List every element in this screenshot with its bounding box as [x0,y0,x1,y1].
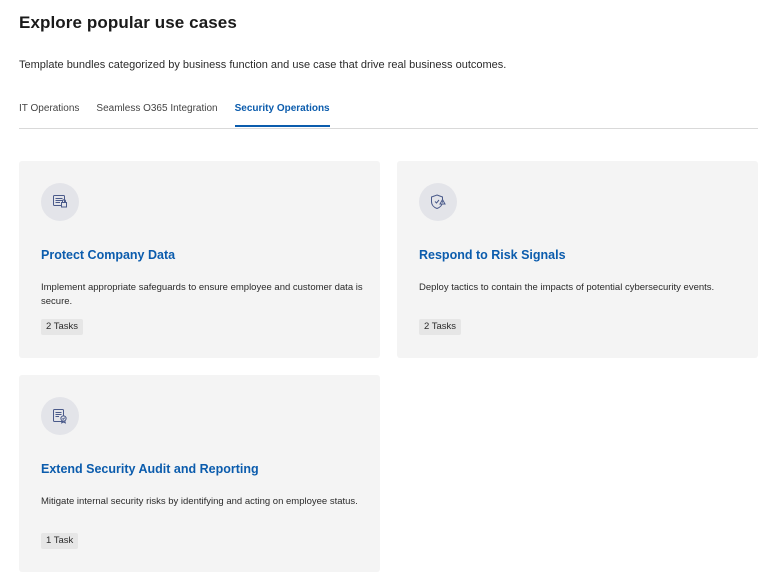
audit-report-icon [41,397,79,435]
task-count-badge: 2 Tasks [419,319,462,335]
use-case-card-respond-to-risk-signals[interactable]: Respond to Risk Signals Deploy tactics t… [397,161,758,358]
page-subtitle: Template bundles categorized by business… [19,59,507,71]
use-case-card-protect-company-data[interactable]: Protect Company Data Implement appropria… [19,161,380,358]
tab-bar: IT Operations Seamless O365 Integration … [19,97,758,129]
task-count-badge: 1 Task [41,533,79,549]
data-protection-icon [41,183,79,221]
task-count-badge: 2 Tasks [41,319,84,335]
tab-it-operations[interactable]: IT Operations [19,97,79,121]
page-title: Explore popular use cases [19,13,237,32]
tab-security-operations[interactable]: Security Operations [234,97,330,127]
card-description: Implement appropriate safeguards to ensu… [41,282,363,307]
use-cases-page: Explore popular use cases Template bundl… [0,0,784,583]
card-description: Deploy tactics to contain the impacts of… [419,282,715,293]
use-case-card-extend-security-audit[interactable]: Extend Security Audit and Reporting Miti… [19,375,380,572]
shield-alert-icon [419,183,457,221]
card-description: Mitigate internal security risks by iden… [41,496,358,507]
card-title: Respond to Risk Signals [419,248,566,262]
card-title: Protect Company Data [41,248,176,262]
card-title: Extend Security Audit and Reporting [41,462,259,476]
tab-seamless-o365-integration[interactable]: Seamless O365 Integration [96,97,217,121]
